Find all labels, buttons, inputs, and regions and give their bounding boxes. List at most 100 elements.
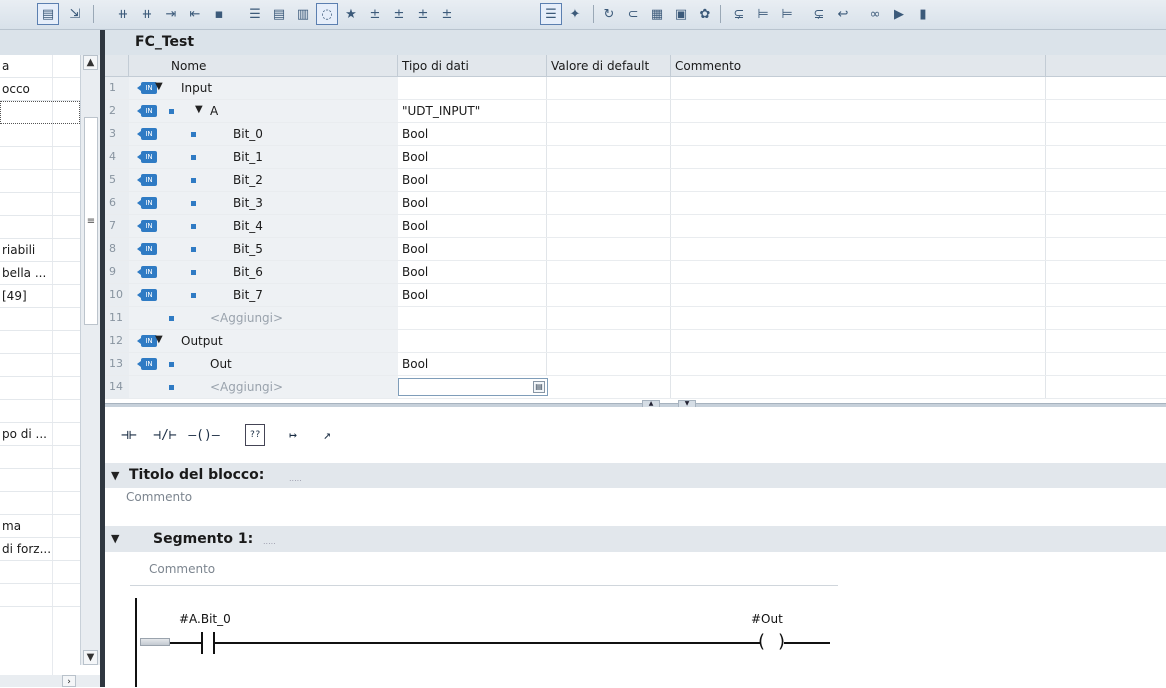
parameter-name[interactable]: <Aggiungi> <box>210 307 283 329</box>
expand-all-icon[interactable]: ▤ <box>268 3 290 25</box>
scroll-up-icon[interactable]: ▲ <box>83 55 98 70</box>
default-value-cell[interactable] <box>547 330 671 352</box>
close-branch-icon[interactable]: ↗ <box>315 424 339 446</box>
default-value-cell[interactable] <box>547 100 671 122</box>
left-panel-item[interactable]: riabili <box>0 239 80 262</box>
table-row[interactable]: 9 IN Bit_6 Bool <box>105 261 1166 284</box>
monitor-icon[interactable]: ☰ <box>540 3 562 25</box>
parameter-name[interactable]: Bit_1 <box>233 146 263 168</box>
expand-arrow-icon[interactable]: ▼ <box>195 104 203 115</box>
data-type-cell[interactable]: Bool <box>398 146 547 168</box>
step-icon[interactable]: ↩ <box>832 3 854 25</box>
block-title-value[interactable]: ..... <box>289 466 302 491</box>
table-row[interactable]: 10 IN Bit_7 Bool <box>105 284 1166 307</box>
left-panel-item[interactable] <box>0 331 80 354</box>
comment-cell[interactable] <box>671 77 1046 99</box>
parameter-name[interactable]: Output <box>181 330 223 352</box>
left-panel-item[interactable] <box>0 469 80 492</box>
scrollbar-thumb[interactable]: ≡ <box>84 117 98 325</box>
comment-cell[interactable] <box>671 353 1046 375</box>
parameter-name[interactable]: Bit_0 <box>233 123 263 145</box>
link-icon[interactable]: ∞ <box>864 3 886 25</box>
symbolic-operand-icon[interactable]: ± <box>388 3 410 25</box>
column-name[interactable]: Nome <box>129 55 398 77</box>
name-cell[interactable]: <Aggiungi> <box>129 307 398 329</box>
table-row[interactable]: 2 IN ▼ A "UDT_INPUT" <box>105 100 1166 123</box>
open-branch-icon[interactable]: ↦ <box>281 424 305 446</box>
contact-operand[interactable]: #A.Bit_0 <box>179 612 231 626</box>
comment-cell[interactable] <box>671 123 1046 145</box>
default-value-cell[interactable] <box>547 284 671 306</box>
comment-cell[interactable] <box>671 284 1046 306</box>
watch-table-icon[interactable]: ▶ <box>888 3 910 25</box>
outdent-icon[interactable]: ⇤ <box>184 3 206 25</box>
data-type-cell[interactable]: Bool <box>398 353 547 375</box>
favorites-icon[interactable]: ★ <box>340 3 362 25</box>
left-panel-item[interactable] <box>0 147 80 170</box>
data-type-cell[interactable] <box>398 77 547 99</box>
left-panel-item[interactable]: po di ... <box>0 423 80 446</box>
insert-row-icon[interactable]: ⧺ <box>112 3 134 25</box>
dropdown-icon[interactable]: ▤ <box>533 381 545 393</box>
memory-card-icon[interactable]: ▮ <box>912 3 934 25</box>
left-panel-item[interactable] <box>0 193 80 216</box>
parameter-name[interactable]: A <box>210 100 218 122</box>
collapse-icon[interactable]: ▼ <box>111 469 119 482</box>
help-icon[interactable]: ⊨ <box>752 3 774 25</box>
data-type-cell[interactable]: Bool <box>398 192 547 214</box>
data-type-cell[interactable] <box>398 330 547 352</box>
left-panel-item[interactable] <box>0 377 80 400</box>
window-layout-icon[interactable]: ▤ <box>37 3 59 25</box>
comment-cell[interactable] <box>671 238 1046 260</box>
name-cell[interactable]: IN ▼ Input <box>129 77 398 99</box>
left-panel-item[interactable]: a <box>0 55 80 78</box>
data-type-cell[interactable]: Bool <box>398 215 547 237</box>
name-cell[interactable]: IN Bit_4 <box>129 215 398 237</box>
comment-cell[interactable] <box>671 192 1046 214</box>
left-scrollbar[interactable]: ▲ ≡ ▼ <box>80 55 100 665</box>
empty-box-icon[interactable]: ?? <box>245 424 265 446</box>
default-value-cell[interactable] <box>547 376 671 398</box>
table-row[interactable]: 8 IN Bit_5 Bool <box>105 238 1166 261</box>
name-cell[interactable]: IN Bit_6 <box>129 261 398 283</box>
table-row[interactable]: 11 <Aggiungi> <box>105 307 1166 330</box>
download-icon[interactable]: ▣ <box>670 3 692 25</box>
wire-start-handle[interactable] <box>140 638 170 646</box>
left-panel-item[interactable] <box>0 446 80 469</box>
table-row[interactable]: 14 <Aggiungi> ▤ <box>105 376 1166 399</box>
call-structure-icon[interactable]: ▦ <box>646 3 668 25</box>
network-list-icon[interactable]: ☰ <box>244 3 266 25</box>
export-icon[interactable]: ⇲ <box>64 3 86 25</box>
name-cell[interactable]: <Aggiungi> <box>129 376 398 398</box>
table-row[interactable]: 13 IN Out Bool <box>105 353 1166 376</box>
data-type-cell[interactable]: Bool <box>398 261 547 283</box>
coil-icon[interactable]: –()– <box>186 424 222 446</box>
comment-cell[interactable] <box>671 307 1046 329</box>
name-cell[interactable]: IN Bit_0 <box>129 123 398 145</box>
indent-icon[interactable]: ⇥ <box>160 3 182 25</box>
parameter-name[interactable]: Bit_4 <box>233 215 263 237</box>
comments-toggle-icon[interactable]: ◌ <box>316 3 338 25</box>
zoom-icon[interactable]: ± <box>412 3 434 25</box>
data-type-cell[interactable] <box>398 307 547 329</box>
comment-cell[interactable] <box>671 215 1046 237</box>
left-panel-item[interactable] <box>0 492 80 515</box>
column-default-value[interactable]: Valore di default <box>547 55 671 77</box>
properties-icon[interactable]: ⊊ <box>728 3 750 25</box>
left-panel-item[interactable] <box>0 354 80 377</box>
contact-left-bar[interactable] <box>201 632 203 654</box>
default-value-cell[interactable] <box>547 307 671 329</box>
left-hscrollbar[interactable]: › <box>0 675 100 687</box>
play-icon[interactable]: ⊊ <box>808 3 830 25</box>
scroll-down-icon[interactable]: ▼ <box>83 650 98 665</box>
collapse-icon[interactable]: ▼ <box>111 532 119 545</box>
left-panel-item[interactable]: ma <box>0 515 80 538</box>
comment-cell[interactable] <box>671 376 1046 398</box>
comment-cell[interactable] <box>671 100 1046 122</box>
comment-cell[interactable] <box>671 169 1046 191</box>
data-type-cell[interactable]: Bool <box>398 238 547 260</box>
default-value-cell[interactable] <box>547 169 671 191</box>
coil-left[interactable]: ( <box>758 630 765 654</box>
parameter-name[interactable]: Bit_2 <box>233 169 263 191</box>
name-cell[interactable]: IN Bit_3 <box>129 192 398 214</box>
